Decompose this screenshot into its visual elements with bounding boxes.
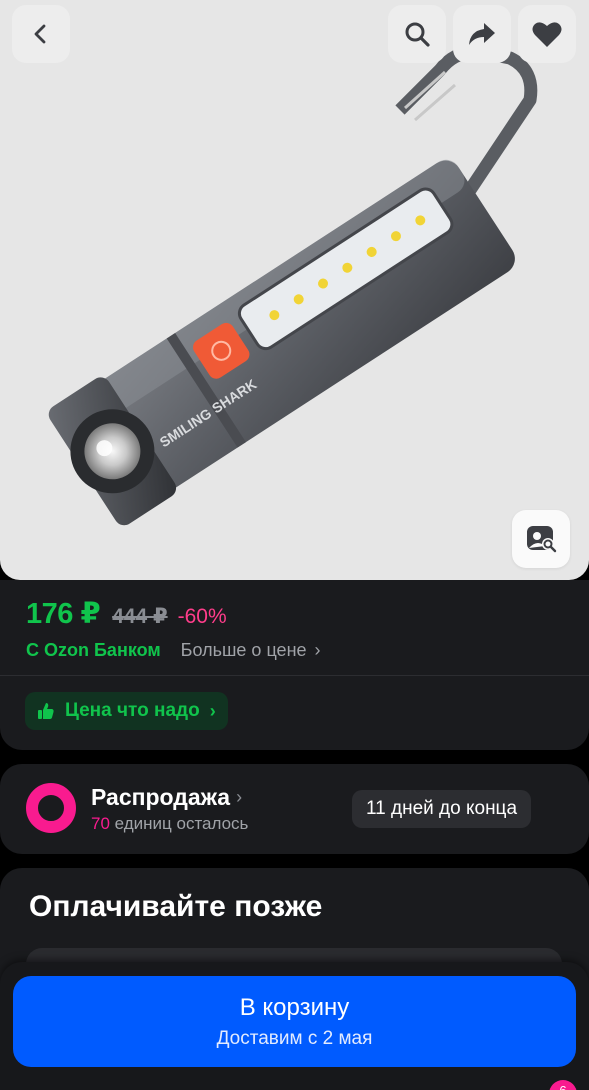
- product-image-area[interactable]: SMILING SHARK: [0, 0, 589, 580]
- units-left-label: единиц осталось: [109, 814, 249, 833]
- chevron-right-icon: ›: [209, 700, 216, 721]
- sale-card[interactable]: Распродажа › 70 единиц осталось 11 дней …: [0, 764, 589, 854]
- good-price-badge[interactable]: Цена что надо ›: [25, 692, 228, 730]
- sale-ring-icon: [26, 783, 76, 833]
- back-button[interactable]: [12, 5, 70, 63]
- pay-later-title: Оплачивайте позже: [29, 890, 323, 923]
- bottom-action-bar: В корзину Доставим с 2 мая: [0, 962, 589, 1090]
- sale-timer-badge: 11 дней до конца: [352, 790, 532, 828]
- chevron-right-icon: ›: [314, 640, 321, 660]
- heart-icon: [532, 21, 562, 47]
- search-button[interactable]: [388, 5, 446, 63]
- current-price: 176 ₽: [26, 598, 101, 630]
- favorite-button[interactable]: [518, 5, 576, 63]
- chevron-right-icon: ›: [236, 787, 243, 807]
- sale-title-text: Распродажа: [91, 784, 231, 810]
- divider: [0, 675, 589, 676]
- add-to-cart-label: В корзину: [239, 993, 350, 1021]
- good-price-label: Цена что надо: [65, 700, 200, 721]
- bank-price-row: С Ozon Банком Больше о цене ›: [26, 640, 321, 661]
- more-about-price-link[interactable]: Больше о цене: [181, 640, 307, 661]
- image-search-button[interactable]: [512, 510, 570, 568]
- search-icon: [405, 22, 430, 47]
- units-left-count: 70: [91, 814, 110, 833]
- price-row: 176 ₽ 444 ₽ -60%: [26, 596, 227, 631]
- share-button[interactable]: [453, 5, 511, 63]
- old-price: 444 ₽: [112, 605, 168, 628]
- thumbs-up-icon: [37, 702, 55, 720]
- product-image: SMILING SHARK: [48, 45, 538, 526]
- units-left: 70 единиц осталось: [91, 814, 248, 834]
- delivery-date-label: Доставим с 2 мая: [216, 1027, 373, 1049]
- discount-badge: -60%: [177, 605, 227, 628]
- price-card: 176 ₽ 444 ₽ -60% С Ozon Банком Больше о …: [0, 580, 589, 750]
- chevron-left-icon: [34, 24, 46, 44]
- add-to-cart-button[interactable]: В корзину Доставим с 2 мая: [13, 976, 576, 1067]
- share-icon: [469, 23, 495, 45]
- ozon-bank-label: С Ozon Банком: [26, 640, 161, 660]
- sale-title: Распродажа ›: [91, 784, 242, 811]
- image-search-icon: [527, 526, 557, 553]
